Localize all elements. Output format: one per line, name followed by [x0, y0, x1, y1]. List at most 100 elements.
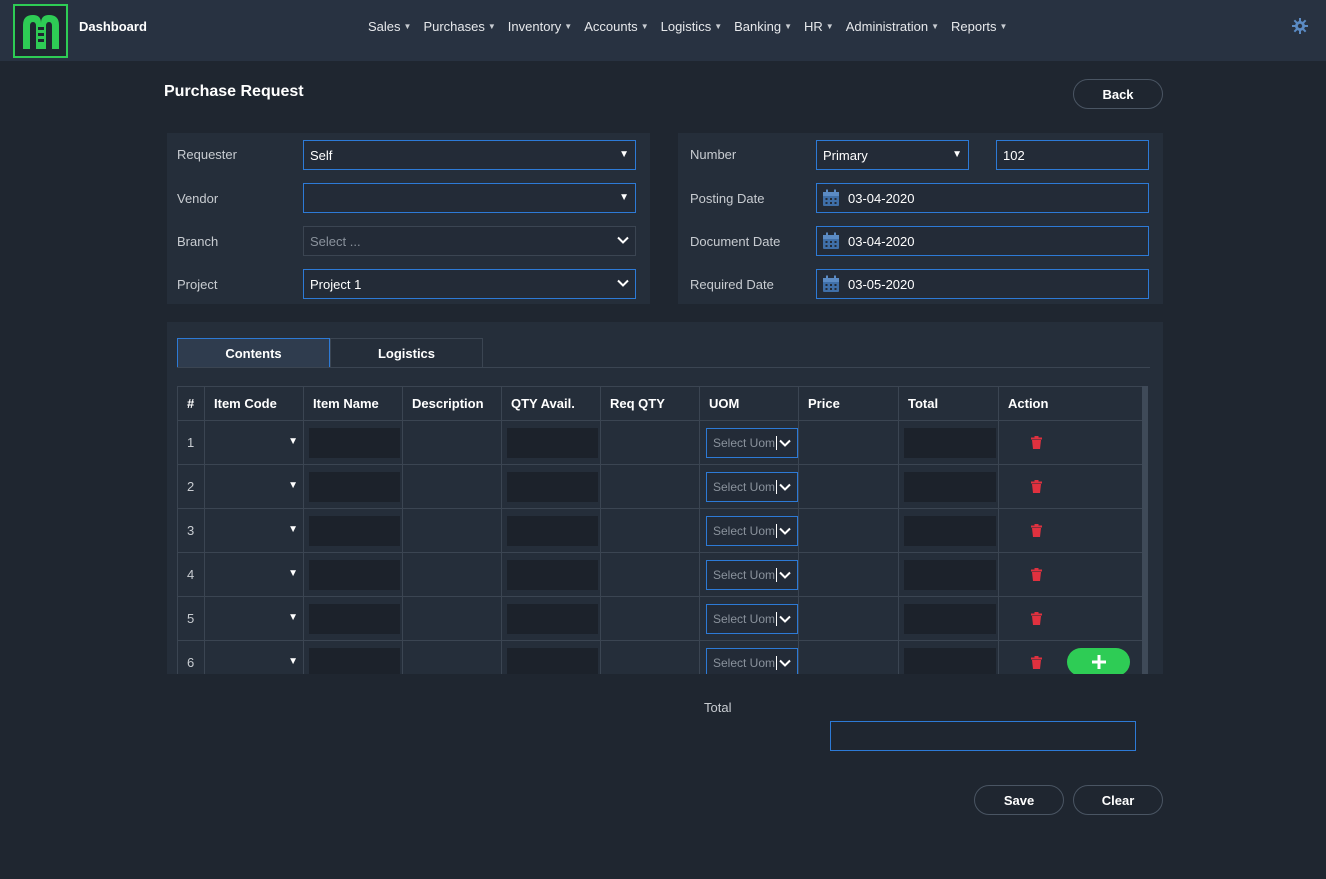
item-name-input[interactable]	[309, 472, 400, 502]
chevron-down-icon	[617, 279, 629, 287]
nav-sales[interactable]: Sales ▼	[368, 19, 411, 34]
project-select[interactable]: Project 1	[303, 269, 636, 299]
required-date-input[interactable]: 03-05-2020	[816, 269, 1149, 299]
item-code-select[interactable]: ▼	[204, 552, 304, 597]
uom-select[interactable]: Select Uom	[706, 472, 798, 502]
trash-icon[interactable]	[1031, 656, 1042, 669]
row-total-input[interactable]	[904, 516, 996, 546]
document-date-value: 03-04-2020	[848, 233, 915, 249]
document-date-input[interactable]: 03-04-2020	[816, 226, 1149, 256]
uom-select[interactable]: Select Uom	[706, 604, 798, 634]
nav-reports[interactable]: Reports ▼	[951, 19, 1007, 34]
item-code-select[interactable]: ▼	[204, 464, 304, 509]
tab-contents[interactable]: Contents	[177, 338, 330, 368]
description-cell[interactable]	[402, 640, 502, 674]
nav-banking[interactable]: Banking ▼	[734, 19, 792, 34]
item-name-input[interactable]	[309, 604, 400, 634]
description-cell[interactable]	[402, 420, 502, 465]
item-code-select[interactable]: ▼	[204, 508, 304, 553]
calendar-icon[interactable]	[822, 189, 840, 207]
branch-select[interactable]: Select ...	[303, 226, 636, 256]
trash-icon[interactable]	[1031, 524, 1042, 537]
description-cell[interactable]	[402, 552, 502, 597]
caret-down-icon: ▼	[931, 22, 940, 31]
tab-logistics[interactable]: Logistics	[330, 338, 483, 368]
chevron-down-icon	[617, 236, 629, 244]
req-qty-cell[interactable]	[600, 464, 700, 509]
nav-hr[interactable]: HR ▼	[804, 19, 834, 34]
price-cell[interactable]	[798, 552, 899, 597]
nav-accounts[interactable]: Accounts ▼	[584, 19, 648, 34]
uom-cell: Select Uom	[699, 508, 799, 553]
item-name-input[interactable]	[309, 428, 400, 458]
uom-select[interactable]: Select Uom	[706, 560, 798, 590]
item-name-input[interactable]	[309, 516, 400, 546]
uom-select[interactable]: Select Uom	[706, 648, 798, 674]
item-name-input[interactable]	[309, 648, 400, 674]
add-row-button[interactable]	[1067, 648, 1130, 674]
qty-avail-input[interactable]	[507, 428, 598, 458]
qty-avail-input[interactable]	[507, 560, 598, 590]
clear-button[interactable]: Clear	[1073, 785, 1163, 815]
row-total-input[interactable]	[904, 428, 996, 458]
total-input[interactable]	[830, 721, 1136, 751]
row-total-input[interactable]	[904, 604, 996, 634]
dropdown-arrow-icon: ▼	[288, 612, 298, 623]
gear-icon[interactable]	[1292, 18, 1308, 34]
req-qty-cell[interactable]	[600, 552, 700, 597]
item-name-cell	[303, 640, 403, 674]
description-cell[interactable]	[402, 508, 502, 553]
number-series-select[interactable]: Primary ▼	[816, 140, 969, 170]
price-cell[interactable]	[798, 640, 899, 674]
price-cell[interactable]	[798, 464, 899, 509]
item-code-select[interactable]: ▼	[204, 640, 304, 674]
item-code-select[interactable]: ▼	[204, 420, 304, 465]
nav-purchases[interactable]: Purchases ▼	[423, 19, 495, 34]
dropdown-arrow-icon: ▼	[288, 436, 298, 447]
qty-avail-input[interactable]	[507, 472, 598, 502]
item-name-cell	[303, 508, 403, 553]
req-qty-cell[interactable]	[600, 508, 700, 553]
calendar-icon[interactable]	[822, 275, 840, 293]
nav-logistics[interactable]: Logistics ▼	[661, 19, 723, 34]
calendar-icon[interactable]	[822, 232, 840, 250]
qty-avail-input[interactable]	[507, 516, 598, 546]
app-logo[interactable]	[13, 4, 68, 58]
nav-administration[interactable]: Administration ▼	[846, 19, 939, 34]
req-qty-cell[interactable]	[600, 596, 700, 641]
uom-select[interactable]: Select Uom	[706, 428, 798, 458]
trash-icon[interactable]	[1031, 480, 1042, 493]
req-qty-cell[interactable]	[600, 420, 700, 465]
row-total-input[interactable]	[904, 472, 996, 502]
item-name-input[interactable]	[309, 560, 400, 590]
vendor-select[interactable]: ▼	[303, 183, 636, 213]
save-button[interactable]: Save	[974, 785, 1064, 815]
branch-placeholder: Select ...	[310, 233, 361, 249]
item-code-select[interactable]: ▼	[204, 596, 304, 641]
requester-select[interactable]: Self ▼	[303, 140, 636, 170]
dashboard-link[interactable]: Dashboard	[79, 19, 147, 34]
description-cell[interactable]	[402, 596, 502, 641]
req-qty-cell[interactable]	[600, 640, 700, 674]
trash-icon[interactable]	[1031, 568, 1042, 581]
price-cell[interactable]	[798, 508, 899, 553]
posting-date-input[interactable]: 03-04-2020	[816, 183, 1149, 213]
back-button[interactable]: Back	[1073, 79, 1163, 109]
table-header-row: # Item Code Item Name Description QTY Av…	[177, 386, 1144, 421]
project-label: Project	[177, 277, 218, 292]
description-cell[interactable]	[402, 464, 502, 509]
trash-icon[interactable]	[1031, 436, 1042, 449]
qty-avail-input[interactable]	[507, 648, 598, 674]
trash-icon[interactable]	[1031, 612, 1042, 625]
total-cell	[898, 552, 999, 597]
price-cell[interactable]	[798, 596, 899, 641]
table-scrollbar[interactable]	[1142, 386, 1148, 674]
number-input[interactable]: 102	[996, 140, 1149, 170]
row-total-input[interactable]	[904, 560, 996, 590]
nav-inventory[interactable]: Inventory ▼	[508, 19, 572, 34]
qty-avail-input[interactable]	[507, 604, 598, 634]
row-total-input[interactable]	[904, 648, 996, 674]
uom-cell: Select Uom	[699, 640, 799, 674]
uom-select[interactable]: Select Uom	[706, 516, 798, 546]
price-cell[interactable]	[798, 420, 899, 465]
